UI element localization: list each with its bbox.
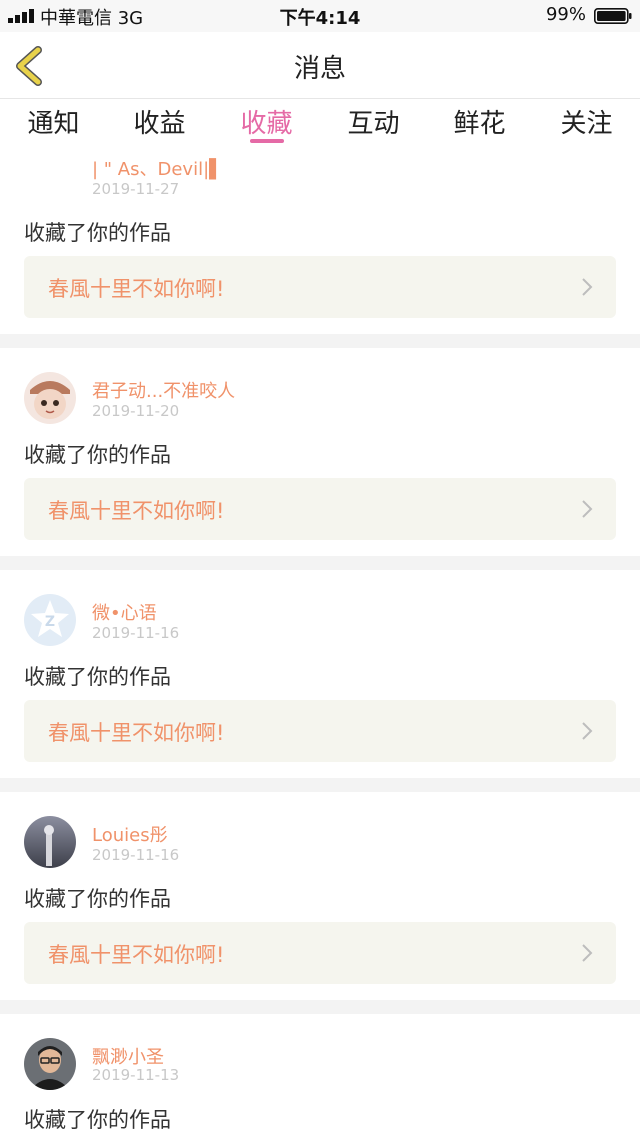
item-date: 2019-11-16	[92, 846, 180, 864]
tab-follows[interactable]: 关注	[533, 103, 640, 140]
item-date: 2019-11-13	[92, 1066, 180, 1084]
item-separator	[0, 556, 640, 570]
action-text: 收藏了你的作品	[24, 665, 171, 689]
user-avatar[interactable]	[24, 1038, 76, 1090]
user-avatar[interactable]	[24, 372, 76, 424]
user-name[interactable]: 微•心语	[92, 599, 157, 625]
user-name[interactable]: Louies彤	[92, 821, 168, 847]
item-separator	[0, 778, 640, 792]
user-avatar[interactable]	[24, 816, 76, 868]
user-name[interactable]: | " As、Devil|▌	[92, 155, 223, 181]
svg-text:Z: Z	[45, 614, 55, 630]
chevron-right-icon	[582, 500, 593, 518]
action-text: 收藏了你的作品	[24, 443, 171, 467]
user-avatar[interactable]: Z	[24, 594, 76, 646]
work-title: 春風十里不如你啊!	[48, 499, 225, 523]
tab-notifications[interactable]: 通知	[0, 103, 107, 140]
item-date: 2019-11-20	[92, 402, 180, 420]
tab-flowers[interactable]: 鲜花	[426, 103, 533, 140]
action-text: 收藏了你的作品	[24, 221, 171, 245]
item-date: 2019-11-27	[92, 180, 180, 198]
tab-interactions[interactable]: 互动	[320, 103, 427, 140]
battery-icon	[594, 8, 632, 24]
chevron-right-icon	[582, 944, 593, 962]
nav-bar: 消息	[0, 32, 640, 99]
work-link[interactable]: 春風十里不如你啊!	[24, 922, 616, 984]
chevron-right-icon	[582, 278, 593, 296]
work-title: 春風十里不如你啊!	[48, 721, 225, 745]
clock: 下午4:14	[279, 8, 361, 29]
tab-earnings[interactable]: 收益	[106, 103, 213, 140]
status-bar: 中華電信 3G 下午4:14 99%	[0, 0, 640, 32]
work-link[interactable]: 春風十里不如你啊!	[24, 256, 616, 318]
action-text: 收藏了你的作品	[24, 887, 171, 911]
work-title: 春風十里不如你啊!	[48, 277, 225, 301]
item-separator	[0, 334, 640, 348]
work-link[interactable]: 春風十里不如你啊!	[24, 478, 616, 540]
tab-favorites[interactable]: 收藏	[213, 103, 320, 140]
item-separator	[0, 1000, 640, 1014]
chevron-right-icon	[582, 722, 593, 740]
user-name[interactable]: 君子动...不准咬人	[92, 377, 235, 403]
action-text: 收藏了你的作品	[24, 1108, 171, 1132]
active-tab-indicator	[250, 139, 284, 143]
work-link[interactable]: 春風十里不如你啊!	[24, 700, 616, 762]
work-title: 春風十里不如你啊!	[48, 943, 225, 967]
tab-bar: 通知 收益 收藏 互动 鲜花 关注	[0, 99, 640, 147]
page-title: 消息	[293, 54, 346, 84]
item-date: 2019-11-16	[92, 624, 180, 642]
battery-percent: 99%	[545, 4, 586, 25]
